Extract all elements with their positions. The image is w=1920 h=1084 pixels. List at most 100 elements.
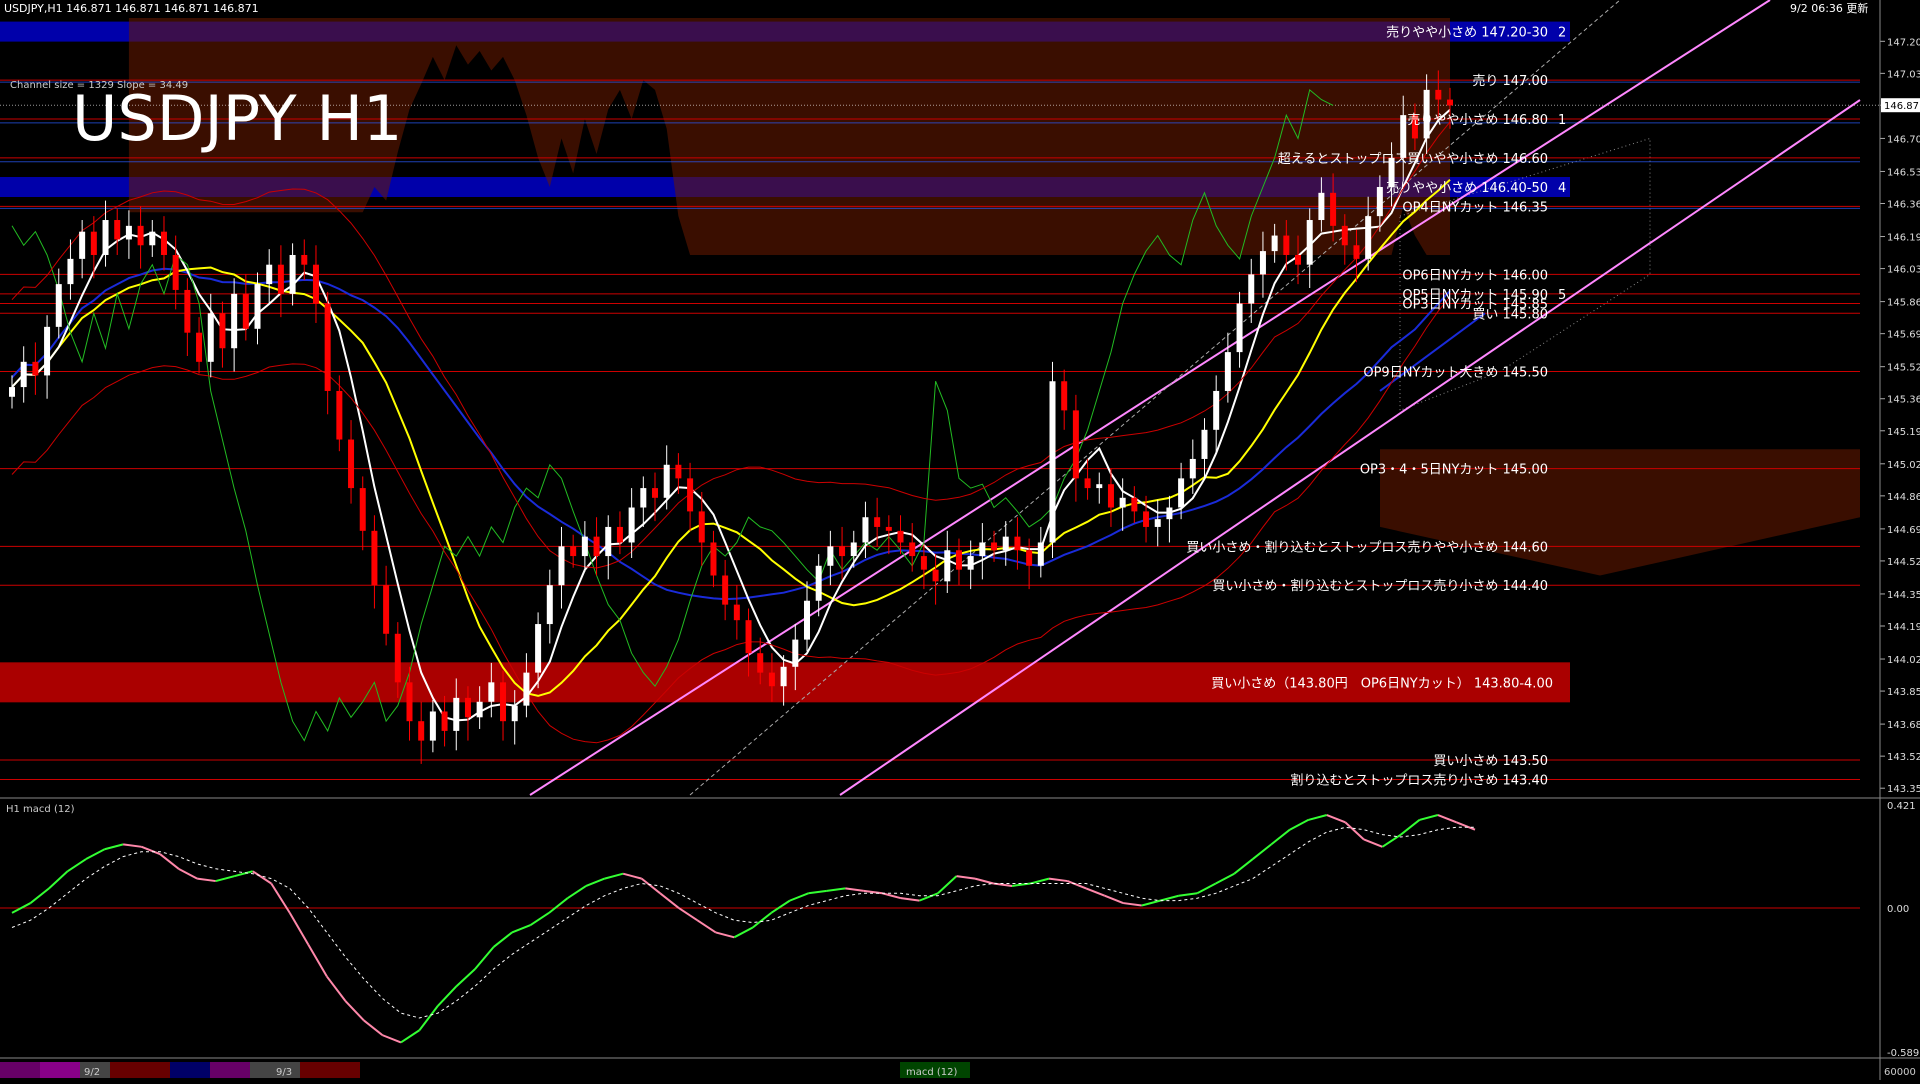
candle-body — [406, 682, 413, 722]
candle-body — [90, 231, 97, 255]
level-label: 買い小さめ・割り込むとストップロス売り小さめ 144.40 — [1212, 578, 1548, 594]
level-label: 買い小さめ（143.80円 OP6日NYカット） 143.80-4.00 — [1211, 676, 1553, 691]
candle-body — [1037, 542, 1044, 566]
candle-body — [172, 254, 179, 290]
candle-body — [1096, 484, 1103, 489]
candle-body — [1353, 245, 1360, 259]
price-tick-label: 146.195 — [1887, 233, 1920, 244]
level-marker: 2 — [1558, 26, 1566, 41]
candle-body — [640, 488, 647, 508]
candle-body — [581, 536, 588, 557]
candle-body — [359, 488, 366, 531]
candle-body — [312, 264, 319, 304]
candle-body — [231, 293, 238, 349]
candle-body — [698, 511, 705, 543]
candle-body — [1072, 410, 1079, 479]
price-tick-label: 145.025 — [1887, 460, 1920, 471]
candle-body — [324, 303, 331, 391]
candle-body — [20, 361, 27, 388]
indicator-tab[interactable]: macd (12) — [906, 1067, 958, 1078]
level-label: 買い 145.80 — [1472, 307, 1548, 322]
level-marker: 4 — [1558, 181, 1566, 196]
candle-body — [476, 701, 483, 718]
candle-body — [955, 550, 962, 570]
candle-body — [1365, 216, 1372, 259]
candle-body — [1283, 235, 1290, 255]
update-timestamp: 9/2 06:36 更新 — [1790, 1, 1868, 15]
price-tick-label: 146.700 — [1887, 134, 1920, 145]
candle-body — [909, 542, 916, 557]
candle-body — [768, 672, 775, 687]
candle-body — [336, 390, 343, 440]
price-tick-label: 144.020 — [1887, 655, 1920, 666]
candle-body — [1014, 536, 1021, 551]
macd-tick-label: -0.589 — [1887, 1048, 1919, 1059]
chart-window[interactable]: 売りやや小さめ 147.20-30 2 売り 147.00 売りやや小さめ 146.8… — [0, 0, 1920, 1080]
candle-body — [219, 313, 226, 349]
candle-body — [710, 542, 717, 576]
candle-body — [301, 254, 308, 265]
candle-body — [874, 517, 881, 527]
candle-body — [67, 258, 74, 285]
candle-body — [839, 546, 846, 557]
candle-body — [850, 542, 857, 557]
symbol-info: USDJPY,H1 146.871 146.871 146.871 146.87… — [4, 2, 259, 15]
candle-body — [429, 711, 436, 741]
candle-body — [991, 542, 998, 551]
candle-body — [570, 546, 577, 557]
candle-body — [1376, 186, 1383, 217]
candle-body — [1330, 192, 1337, 226]
candle-body — [593, 536, 600, 557]
candle-body — [979, 542, 986, 557]
price-tick-label: 143.685 — [1887, 720, 1920, 731]
date-label-2: 9/3 — [276, 1067, 292, 1078]
candle-body — [535, 624, 542, 673]
candle-body — [441, 711, 448, 731]
price-tick-label: 143.355 — [1887, 784, 1920, 795]
chart-title: USDJPY H1 — [72, 82, 402, 155]
level-label: 売りやや小さめ 146.40-50 — [1386, 180, 1548, 196]
candle-body — [383, 585, 390, 634]
candle-body — [160, 231, 167, 255]
candle-body — [605, 526, 612, 557]
candle-body — [722, 575, 729, 605]
candle-body — [266, 264, 273, 285]
price-tick-label: 144.190 — [1887, 622, 1920, 633]
candle-body — [745, 620, 752, 654]
price-tick-label: 145.860 — [1887, 298, 1920, 309]
level-label: 買い小さめ・割り込むとストップロス売りやや小さめ 144.60 — [1186, 539, 1548, 555]
candle-body — [55, 284, 62, 327]
level-label: OP9日NYカット大きめ 145.50 — [1363, 366, 1548, 381]
bottom-right-value: 60000 — [1884, 1067, 1916, 1078]
candle-body — [79, 231, 86, 259]
macd-tick-label: 0.00 — [1887, 904, 1909, 915]
price-tick-label: 144.860 — [1887, 492, 1920, 503]
candle-body — [277, 264, 284, 294]
level-label: 割り込むとストップロス売り小さめ 143.40 — [1290, 772, 1548, 788]
candle-body — [207, 313, 214, 362]
price-tick-label: 143.520 — [1887, 752, 1920, 763]
level-label: 超えるとストップロス買いやや小さめ 146.60 — [1278, 152, 1548, 167]
price-tick-label: 143.855 — [1887, 687, 1920, 698]
candle-body — [792, 639, 799, 667]
candle-body — [1002, 536, 1009, 551]
level-label: OP3・4・5日NYカット 145.00 — [1360, 463, 1548, 478]
price-chart-svg[interactable]: 売りやや小さめ 147.20-30 2 売り 147.00 売りやや小さめ 146.8… — [0, 0, 1920, 1080]
candle-body — [1435, 89, 1442, 100]
candle-body — [1189, 458, 1196, 479]
candle-body — [242, 293, 249, 329]
candle-body — [1131, 497, 1138, 512]
level-marker: 1 — [1558, 113, 1566, 128]
candle-body — [464, 697, 471, 718]
candle-body — [453, 697, 460, 731]
candle-body — [9, 387, 15, 397]
price-tick-label: 145.695 — [1887, 330, 1920, 341]
level-label: OP6日NYカット 146.00 — [1402, 268, 1548, 283]
candle-body — [1224, 352, 1231, 391]
candle-body — [628, 507, 635, 543]
candle-body — [1271, 235, 1278, 252]
price-tick-label: 145.360 — [1887, 395, 1920, 406]
candle-body — [558, 546, 565, 586]
level-label: 売りやや小さめ 147.20-30 — [1386, 25, 1548, 41]
level-label: OP4日NYカット 146.35 — [1402, 200, 1548, 215]
